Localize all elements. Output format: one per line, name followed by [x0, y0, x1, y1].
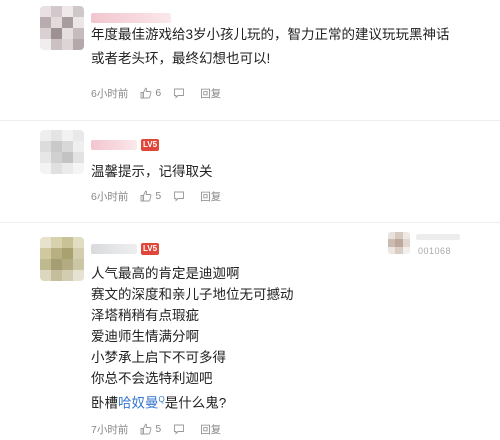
comment-meta: 6小时前 6 回复: [91, 85, 233, 101]
comment-icon: [174, 191, 185, 202]
username[interactable]: [91, 244, 137, 254]
comment-last-line: 卧槽哈奴曼Q是什么鬼?: [91, 395, 227, 411]
comment-item: LV5 温馨提示，记得取关 6小时前 5 回复: [0, 130, 500, 220]
like-count: 5: [155, 423, 162, 435]
username[interactable]: [91, 13, 171, 23]
username[interactable]: [91, 140, 137, 150]
comment-item: 年度最佳游戏给3岁小孩儿玩的，智力正常的建议玩玩黑神话 或者老头环，最终幻想也可…: [0, 0, 500, 110]
comment-text: 温馨提示，记得取关: [91, 164, 213, 179]
like-count: 6: [155, 87, 162, 99]
reply-button[interactable]: 回复: [200, 86, 221, 101]
thumbs-up-icon: [140, 87, 152, 99]
comment-icon: [174, 424, 185, 435]
comment-meta: 7小时前 5 回复: [91, 421, 233, 437]
side-avatar[interactable]: [388, 232, 410, 254]
side-name-blur: [416, 234, 460, 240]
timestamp: 7小时前: [91, 423, 129, 436]
like-count: 5: [155, 190, 162, 202]
side-id-label: 001068: [418, 246, 452, 256]
reply-button[interactable]: 回复: [200, 189, 221, 204]
level-badge: LV5: [141, 139, 160, 151]
comment-text: 年度最佳游戏给3岁小孩儿玩的，智力正常的建议玩玩黑神话 或者老头环，最终幻想也可…: [91, 27, 450, 66]
comment-icon: [174, 88, 185, 99]
thumbs-up-icon: [140, 423, 152, 435]
comment-text: 人气最高的肯定是迪迦啊 赛文的深度和亲儿子地位无可撼动 泽塔稍稍有点瑕疵 爱迪师…: [91, 263, 294, 414]
thumbs-up-icon: [140, 190, 152, 202]
like-button[interactable]: 6: [140, 87, 161, 99]
comment-icon-button[interactable]: [173, 190, 188, 202]
reply-button[interactable]: 回复: [200, 422, 221, 437]
avatar[interactable]: [40, 237, 84, 281]
timestamp: 6小时前: [91, 87, 129, 100]
level-badge: LV5: [141, 243, 160, 255]
comment-item: LV5 人气最高的肯定是迪迦啊 赛文的深度和亲儿子地位无可撼动 泽塔稍稍有点瑕疵…: [0, 232, 500, 440]
like-button[interactable]: 5: [140, 190, 161, 202]
hashtag-link[interactable]: 哈奴曼: [118, 396, 159, 411]
timestamp: 6小时前: [91, 190, 129, 203]
divider: [0, 120, 500, 121]
comment-icon-button[interactable]: [173, 87, 188, 99]
comment-icon-button[interactable]: [173, 423, 188, 435]
comment-meta: 6小时前 5 回复: [91, 188, 233, 204]
avatar[interactable]: [40, 6, 84, 50]
like-button[interactable]: 5: [140, 423, 161, 435]
divider: [0, 222, 500, 223]
avatar[interactable]: [40, 130, 84, 174]
